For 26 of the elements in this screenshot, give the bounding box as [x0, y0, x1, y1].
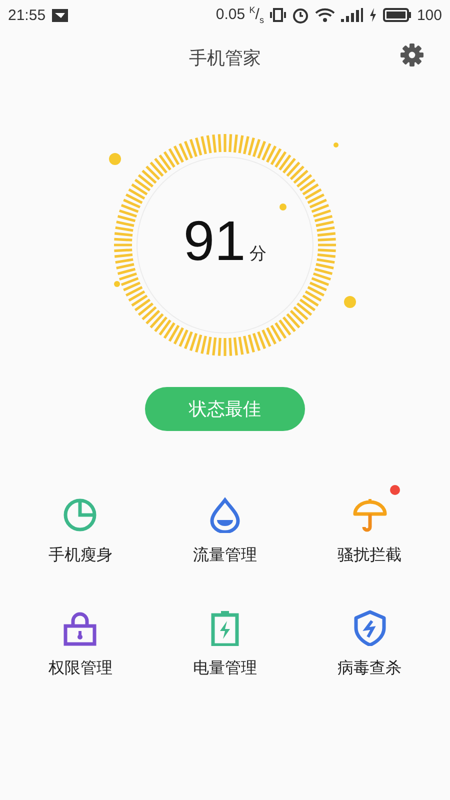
tool-item[interactable]: 流量管理 — [152, 497, 298, 566]
tool-label: 手机瘦身 — [48, 545, 112, 566]
tool-item[interactable]: 病毒查杀 — [297, 610, 442, 679]
settings-icon[interactable] — [400, 43, 424, 67]
clock-time: 21:55 — [8, 6, 46, 24]
tool-item[interactable]: 骚扰拦截 — [297, 497, 442, 566]
tool-label: 电量管理 — [192, 658, 257, 679]
tool-label: 病毒查杀 — [338, 658, 402, 679]
tool-item[interactable]: 手机瘦身 — [8, 497, 153, 566]
tool-item[interactable]: 权限管理 — [8, 610, 153, 679]
tool-label: 流量管理 — [192, 545, 257, 566]
image-notification-icon — [52, 8, 68, 22]
battery-icon — [382, 8, 411, 22]
tool-label: 骚扰拦截 — [338, 545, 402, 566]
signal-icon — [340, 8, 363, 22]
score-unit: 分 — [250, 243, 267, 266]
score-value: 91 — [183, 213, 246, 269]
page-title: 手机管家 — [189, 46, 261, 70]
charging-icon — [368, 8, 377, 22]
network-speed: 0.05 $^{K}$/$_{s}$ — [216, 5, 264, 25]
battery-level: 100 — [416, 6, 442, 24]
alarm-icon — [292, 6, 309, 24]
tool-item[interactable]: 电量管理 — [152, 610, 298, 679]
wifi-icon — [314, 7, 335, 23]
vibrate-icon — [270, 7, 286, 23]
tool-label: 权限管理 — [48, 658, 112, 679]
